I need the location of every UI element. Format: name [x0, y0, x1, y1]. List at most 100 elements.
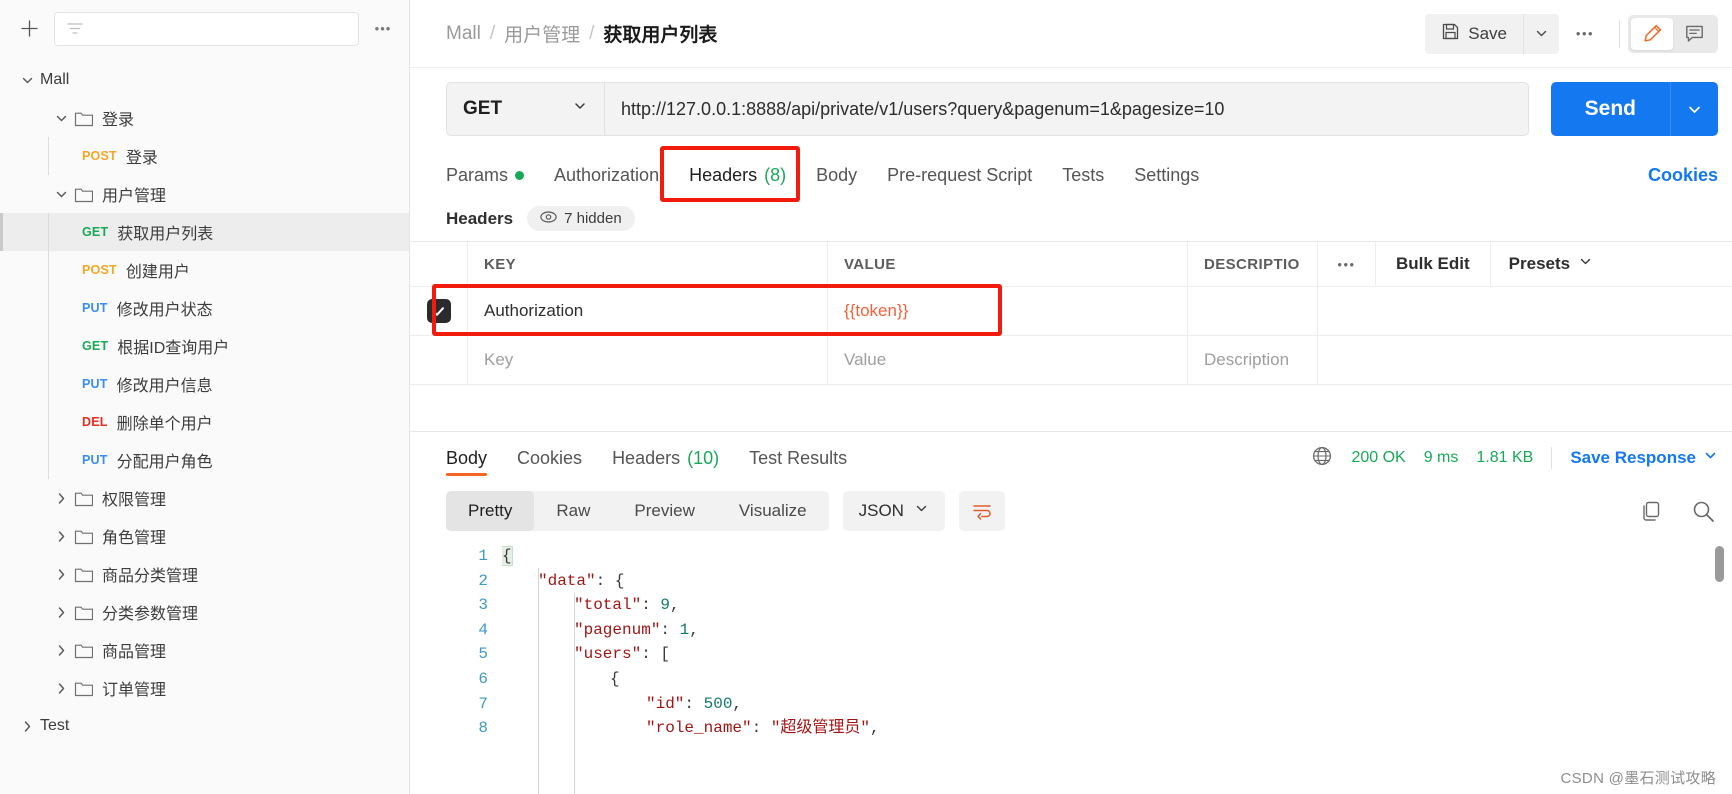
table-row[interactable]: Key Value Description: [410, 336, 1732, 385]
folder-icon: [74, 642, 93, 659]
cookies-link[interactable]: Cookies: [1648, 165, 1718, 186]
response-tab-headers[interactable]: Headers(10): [612, 432, 719, 484]
copy-icon[interactable]: [1636, 496, 1666, 526]
code-scrollbar[interactable]: [1714, 538, 1726, 794]
response-body-viewer[interactable]: 12345678 {"data": {"total": 9,"pagenum":…: [410, 538, 1732, 794]
search-icon[interactable]: [1688, 496, 1718, 526]
row-value-input[interactable]: {{token}}: [828, 287, 1188, 335]
sidebar-request-获取用户列表[interactable]: GET获取用户列表: [0, 213, 409, 251]
sidebar-collection-Test[interactable]: Test: [0, 707, 409, 745]
tab-tests[interactable]: Tests: [1062, 165, 1104, 186]
sidebar-folder-订单管理[interactable]: 订单管理: [0, 669, 409, 707]
collection-tree: Mall登录POST登录用户管理GET获取用户列表POST创建用户PUT修改用户…: [0, 57, 409, 794]
chevron-right-icon[interactable]: [48, 681, 74, 696]
presets-button[interactable]: Presets: [1491, 242, 1611, 286]
view-mode-preview[interactable]: Preview: [612, 491, 716, 531]
tab-pre-request-script[interactable]: Pre-request Script: [887, 165, 1032, 186]
response-format-select[interactable]: JSON: [843, 491, 945, 531]
chevron-right-icon[interactable]: [48, 605, 74, 620]
code-token: "data": [538, 572, 596, 590]
code-content[interactable]: {"data": {"total": 9,"pagenum": 1,"users…: [502, 538, 1732, 794]
code-token: ,: [870, 719, 880, 737]
sidebar-request-登录[interactable]: POST登录: [0, 137, 409, 175]
http-method-select[interactable]: GET: [446, 82, 604, 136]
tree-item-label: 修改用户状态: [117, 296, 213, 320]
response-tab-test-results[interactable]: Test Results: [749, 432, 847, 484]
sidebar: ••• Mall登录POST登录用户管理GET获取用户列表POST创建用户PUT…: [0, 0, 410, 794]
chevron-right-icon[interactable]: [48, 491, 74, 506]
sidebar-request-修改用户信息[interactable]: PUT修改用户信息: [0, 365, 409, 403]
sidebar-folder-分类参数管理[interactable]: 分类参数管理: [0, 593, 409, 631]
save-button-label: Save: [1468, 24, 1507, 44]
tab-params[interactable]: Params: [446, 165, 524, 186]
sidebar-more-button[interactable]: •••: [369, 15, 397, 43]
row-description-input[interactable]: [1188, 287, 1318, 335]
tree-item-label: 商品管理: [102, 638, 166, 662]
response-size: 1.81 KB: [1476, 449, 1533, 467]
wrap-lines-icon[interactable]: [959, 491, 1005, 531]
chevron-down-icon[interactable]: [48, 187, 74, 202]
tab-label: Headers: [689, 165, 757, 186]
empty-row-description-input[interactable]: Description: [1188, 336, 1318, 384]
request-more-button[interactable]: •••: [1565, 16, 1605, 52]
view-mode-raw[interactable]: Raw: [534, 491, 612, 531]
chevron-right-icon[interactable]: [48, 643, 74, 658]
sidebar-request-分配用户角色[interactable]: PUT分配用户角色: [0, 441, 409, 479]
tab-label: Settings: [1134, 165, 1199, 186]
hidden-headers-toggle[interactable]: 7 hidden: [527, 206, 635, 231]
sidebar-filter-input[interactable]: [54, 12, 359, 46]
code-token: ,: [689, 621, 699, 639]
row-enabled-checkbox[interactable]: [427, 299, 451, 323]
new-item-button[interactable]: [14, 14, 44, 44]
response-tab-body[interactable]: Body: [446, 432, 487, 484]
tree-guide-line: [48, 137, 49, 175]
bulk-edit-button[interactable]: Bulk Edit: [1376, 242, 1491, 286]
chevron-down-icon: [914, 501, 929, 521]
chevron-down-icon[interactable]: [48, 111, 74, 126]
code-scrollbar-thumb[interactable]: [1715, 546, 1724, 582]
folder-icon: [74, 528, 93, 545]
chevron-right-icon[interactable]: [48, 529, 74, 544]
edit-pencil-icon[interactable]: [1631, 18, 1673, 50]
sidebar-folder-角色管理[interactable]: 角色管理: [0, 517, 409, 555]
sidebar-folder-用户管理[interactable]: 用户管理: [0, 175, 409, 213]
send-button[interactable]: Send: [1551, 82, 1670, 136]
header-divider: [1619, 20, 1620, 48]
sidebar-folder-商品管理[interactable]: 商品管理: [0, 631, 409, 669]
breadcrumb-item-folder[interactable]: 用户管理: [504, 20, 580, 47]
row-key-input[interactable]: Authorization: [468, 287, 828, 335]
sidebar-collection-Mall[interactable]: Mall: [0, 61, 409, 99]
save-button[interactable]: Save: [1425, 14, 1523, 54]
tab-body[interactable]: Body: [816, 165, 857, 186]
empty-row-key-input[interactable]: Key: [468, 336, 828, 384]
sidebar-request-删除单个用户[interactable]: DEL删除单个用户: [0, 403, 409, 441]
chevron-right-icon[interactable]: [14, 719, 40, 734]
tab-authorization[interactable]: Authorization: [554, 165, 659, 186]
view-mode-visualize[interactable]: Visualize: [717, 491, 829, 531]
panel-gap: [410, 385, 1732, 431]
send-dropdown-button[interactable]: [1670, 82, 1718, 136]
save-dropdown-button[interactable]: [1523, 14, 1559, 54]
chevron-right-icon[interactable]: [48, 567, 74, 582]
sidebar-folder-登录[interactable]: 登录: [0, 99, 409, 137]
tab-settings[interactable]: Settings: [1134, 165, 1199, 186]
chevron-down-icon[interactable]: [14, 73, 40, 88]
sidebar-folder-权限管理[interactable]: 权限管理: [0, 479, 409, 517]
breadcrumb-separator: /: [490, 23, 495, 45]
code-token: "id": [646, 695, 684, 713]
headers-table-more-button[interactable]: •••: [1318, 242, 1376, 286]
view-mode-pretty[interactable]: Pretty: [446, 491, 534, 531]
tree-item-label: 登录: [102, 106, 134, 130]
sidebar-request-根据ID查询用户[interactable]: GET根据ID查询用户: [0, 327, 409, 365]
url-input[interactable]: http://127.0.0.1:8888/api/private/v1/use…: [604, 82, 1529, 136]
sidebar-folder-商品分类管理[interactable]: 商品分类管理: [0, 555, 409, 593]
comment-icon[interactable]: [1673, 18, 1715, 50]
sidebar-request-创建用户[interactable]: POST创建用户: [0, 251, 409, 289]
save-response-button[interactable]: Save Response: [1570, 448, 1718, 468]
sidebar-request-修改用户状态[interactable]: PUT修改用户状态: [0, 289, 409, 327]
breadcrumb-item-collection[interactable]: Mall: [446, 23, 481, 45]
response-tab-cookies[interactable]: Cookies: [517, 432, 582, 484]
tab-headers[interactable]: Headers(8): [689, 165, 786, 186]
table-row[interactable]: Authorization {{token}}: [410, 287, 1732, 336]
empty-row-value-input[interactable]: Value: [828, 336, 1188, 384]
